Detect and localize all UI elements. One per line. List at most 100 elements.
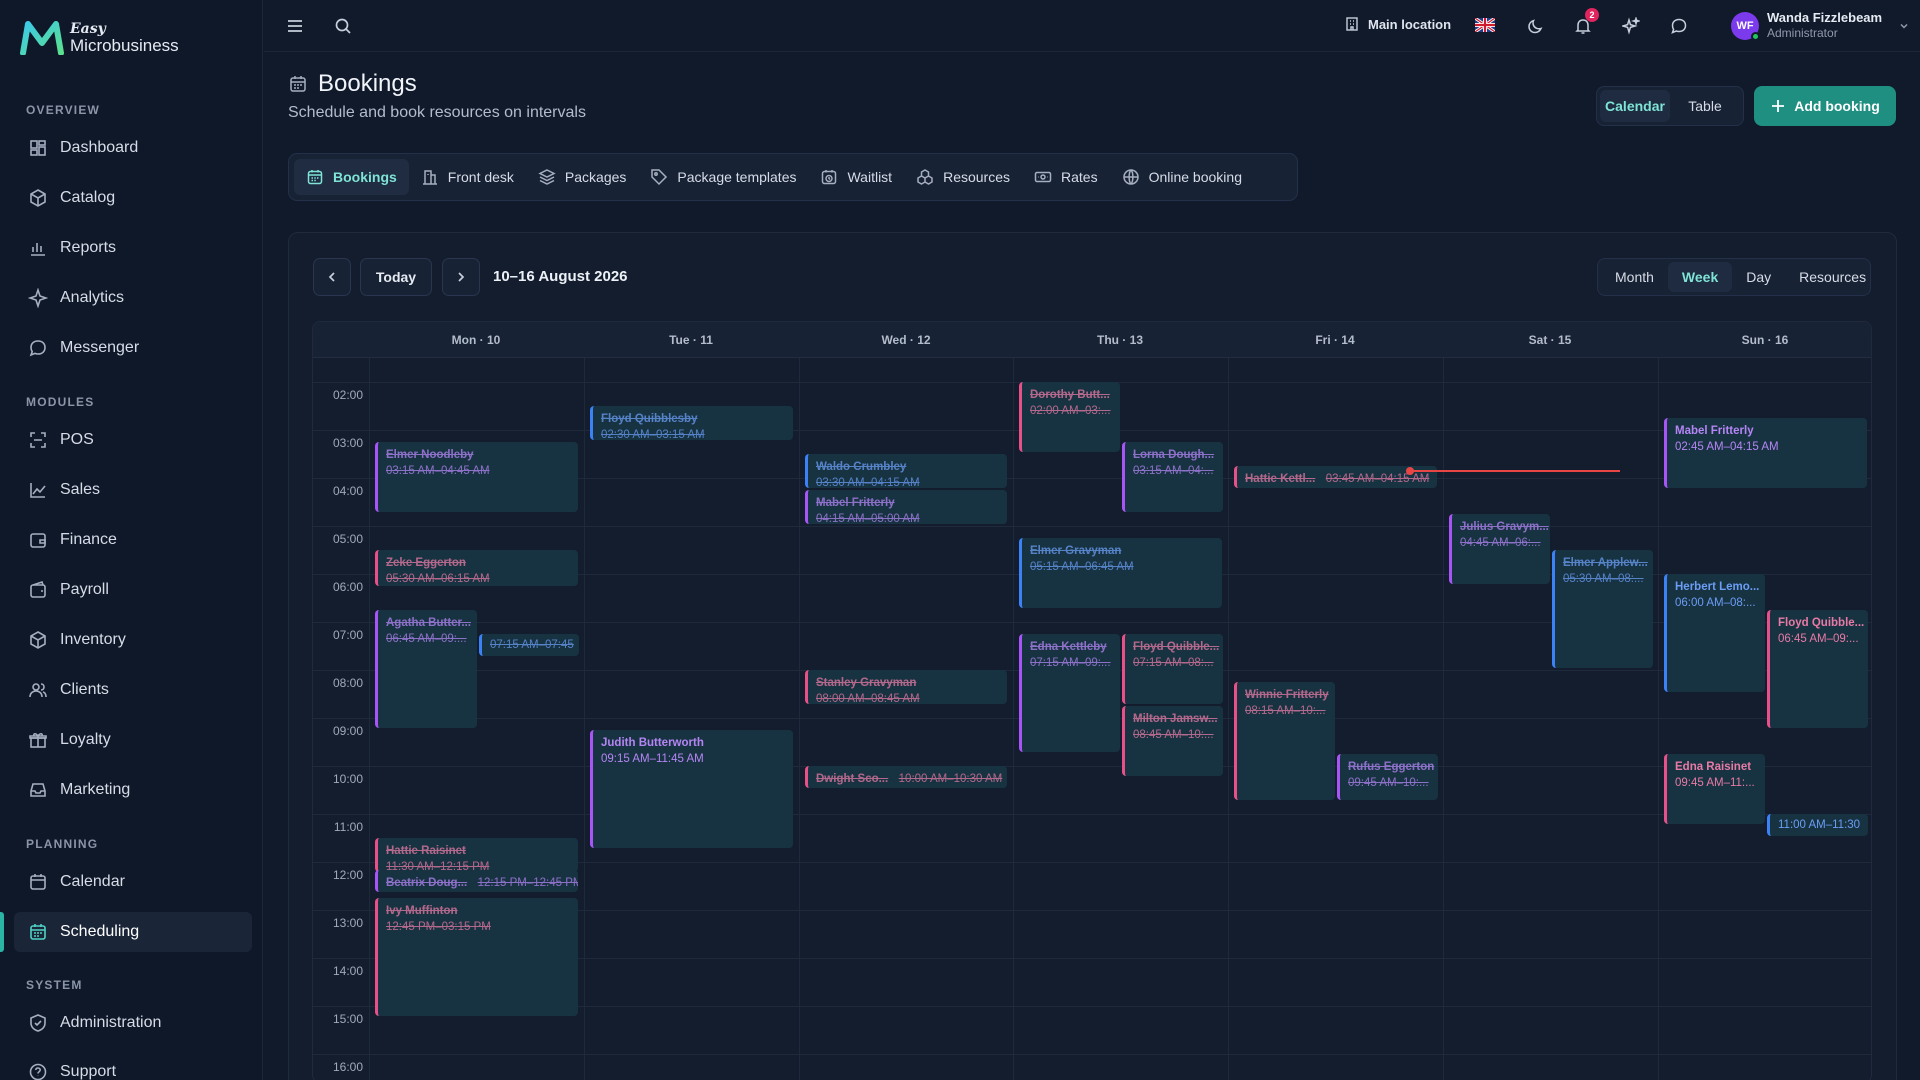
event-name: Floyd Quibble...: [1778, 617, 1865, 629]
view-day-button[interactable]: Day: [1732, 262, 1785, 292]
booking-event[interactable]: Elmer Noodleby 03:15 AM–04:45 AM: [375, 442, 578, 512]
calendar-icon: [30, 874, 46, 890]
sidebar-item-calendar[interactable]: Calendar: [14, 862, 252, 902]
sidebar-item-messenger[interactable]: Messenger: [14, 328, 252, 368]
booking-event[interactable]: Milton Jamsw... 08:45 AM–10:...: [1122, 706, 1223, 776]
sidebar-item-loyalty[interactable]: Loyalty: [14, 720, 252, 760]
sidebar-item-label: Messenger: [60, 339, 140, 356]
tab-packages[interactable]: Packages: [526, 159, 638, 195]
page-title: Bookings: [288, 70, 417, 98]
event-name: Stanley Gravyman: [816, 677, 917, 689]
sidebar-item-pos[interactable]: POS: [14, 420, 252, 460]
sidebar-item-payroll[interactable]: Payroll: [14, 570, 252, 610]
sidebar-item-reports[interactable]: Reports: [14, 228, 252, 268]
booking-event[interactable]: Waldo Crumbley 03:30 AM–04:15 AM: [805, 454, 1007, 488]
event-name: Floyd Quibblesby: [601, 413, 698, 425]
tab-waitlist[interactable]: Waitlist: [808, 159, 904, 195]
booking-event[interactable]: Dwight Sco... 10:00 AM–10:30 AM: [805, 766, 1007, 788]
tab-label: Front desk: [447, 169, 514, 185]
booking-event[interactable]: Zeke Eggerton 05:30 AM–06:15 AM: [375, 550, 578, 586]
messages-button[interactable]: [1666, 13, 1692, 39]
view-week-button[interactable]: Week: [1667, 262, 1733, 292]
booking-event[interactable]: Julius Gravym... 04:45 AM–06:...: [1449, 514, 1550, 584]
booking-event[interactable]: Edna Raisinet 09:45 AM–11:...: [1664, 754, 1765, 824]
view-table-button[interactable]: Table: [1670, 90, 1740, 122]
booking-event[interactable]: Edna Kettleby 07:15 AM–09:...: [1019, 634, 1120, 752]
sidebar-item-label: Analytics: [60, 289, 125, 306]
chevron-right-icon: [458, 272, 465, 282]
tab-online-booking[interactable]: Online booking: [1110, 159, 1254, 195]
today-button[interactable]: Today: [360, 258, 432, 296]
sidebar-item-finance[interactable]: Finance: [14, 520, 252, 560]
hour-line: [313, 1054, 1871, 1055]
wallet-icon: [30, 533, 46, 548]
hour-line: [313, 526, 1871, 527]
booking-event[interactable]: Herbert Lemo... 06:00 AM–08:...: [1664, 574, 1765, 692]
view-month-button[interactable]: Month: [1601, 262, 1668, 292]
booking-event[interactable]: Floyd Quibble... 07:15 AM–08:...: [1122, 634, 1223, 704]
event-name: Julius Gravym...: [1460, 521, 1549, 533]
view-resources-button[interactable]: Resources: [1785, 262, 1880, 292]
brand-logo[interactable]: Easy Microbusiness: [20, 20, 179, 56]
booking-event[interactable]: Floyd Quibble... 06:45 AM–09:...: [1767, 610, 1868, 728]
view-calendar-button[interactable]: Calendar: [1600, 90, 1670, 122]
theme-toggle-button[interactable]: [1522, 13, 1548, 39]
event-time: 08:45 AM–10:...: [1133, 729, 1214, 741]
booking-event[interactable]: Ivy Muffinton 12:45 PM–03:15 PM: [375, 898, 578, 1016]
booking-event[interactable]: Dorothy Butt... 02:00 AM–03:...: [1019, 382, 1120, 452]
tab-package-templates[interactable]: Package templates: [638, 159, 808, 195]
sidebar-item-scheduling[interactable]: Scheduling: [14, 912, 252, 952]
sidebar-item-support[interactable]: Support: [14, 1052, 252, 1080]
tab-bookings[interactable]: Bookings: [294, 159, 409, 195]
sidebar-item-dashboard[interactable]: Dashboard: [14, 128, 252, 168]
catalog-icon: [30, 189, 46, 207]
booking-event[interactable]: Mabel Fritterly 04:15 AM–05:00 AM: [805, 490, 1007, 524]
booking-event[interactable]: Elmer Applew... 05:30 AM–08:...: [1552, 550, 1653, 668]
sidebar-item-marketing[interactable]: Marketing: [14, 770, 252, 810]
sidebar-item-catalog[interactable]: Catalog: [14, 178, 252, 218]
booking-event[interactable]: Floyd Quibblesby 02:30 AM–03:15 AM: [590, 406, 793, 440]
menu-toggle-button[interactable]: [282, 13, 308, 39]
time-label: 09:00: [332, 724, 363, 738]
uk-flag-icon[interactable]: [1475, 18, 1495, 32]
tab-rates[interactable]: Rates: [1022, 159, 1110, 195]
booking-event[interactable]: Hattie Raisinet 11:30 AM–12:15 PM: [375, 838, 578, 872]
next-week-button[interactable]: [442, 258, 480, 296]
sidebar-item-sales[interactable]: Sales: [14, 470, 252, 510]
ai-assistant-button[interactable]: [1618, 13, 1644, 39]
event-name: Floyd Quibble...: [1133, 641, 1220, 653]
event-time: 12:45 PM–03:15 PM: [386, 921, 491, 933]
location-selector[interactable]: Main location: [1344, 16, 1451, 32]
sidebar-item-administration[interactable]: Administration: [14, 1003, 252, 1043]
tab-resources[interactable]: Resources: [904, 159, 1022, 195]
tab-label: Online booking: [1148, 169, 1242, 185]
booking-event[interactable]: Rufus Eggerton 09:45 AM–10:...: [1337, 754, 1438, 800]
notifications-button[interactable]: 2: [1570, 8, 1599, 39]
sidebar-item-analytics[interactable]: Analytics: [14, 278, 252, 318]
booking-event[interactable]: Stanley Gravyman 08:00 AM–08:45 AM: [805, 670, 1007, 704]
tab-front-desk[interactable]: Front desk: [409, 159, 526, 195]
booking-event[interactable]: 11:00 AM–11:30: [1767, 814, 1868, 836]
booking-event[interactable]: Judith Butterworth 09:15 AM–11:45 AM: [590, 730, 793, 848]
booking-event[interactable]: Agatha Butter... 06:45 AM–09:...: [375, 610, 477, 728]
column-divider: [369, 358, 370, 1080]
booking-event[interactable]: Lorna Dough... 03:15 AM–04:...: [1122, 442, 1223, 512]
add-booking-button[interactable]: Add booking: [1754, 86, 1896, 126]
booking-event[interactable]: Mabel Fritterly 02:45 AM–04:15 AM: [1664, 418, 1867, 488]
user-menu[interactable]: WF Wanda Fizzlebeam Administrator: [1731, 10, 1910, 41]
sidebar-item-clients[interactable]: Clients: [14, 670, 252, 710]
booking-event[interactable]: Beatrix Doug... 12:15 PM–12:45 PM: [375, 870, 578, 892]
booking-event[interactable]: Winnie Fritterly 08:15 AM–10:...: [1234, 682, 1335, 800]
sidebar-item-label: Sales: [60, 481, 101, 498]
payroll-wallet-icon: [30, 580, 46, 598]
booking-event[interactable]: Elmer Gravyman 05:15 AM–06:45 AM: [1019, 538, 1222, 608]
day-header-tue: Tue · 11: [669, 333, 713, 347]
time-label: 07:00: [332, 628, 363, 642]
previous-week-button[interactable]: [313, 258, 351, 296]
sidebar-item-inventory[interactable]: Inventory: [14, 620, 252, 660]
event-name: Edna Raisinet: [1675, 761, 1752, 773]
page-subtitle: Schedule and book resources on intervals: [288, 104, 586, 121]
reports-icon: [31, 243, 45, 256]
booking-event[interactable]: 07:15 AM–07:45: [479, 634, 579, 656]
search-button[interactable]: [330, 13, 356, 39]
